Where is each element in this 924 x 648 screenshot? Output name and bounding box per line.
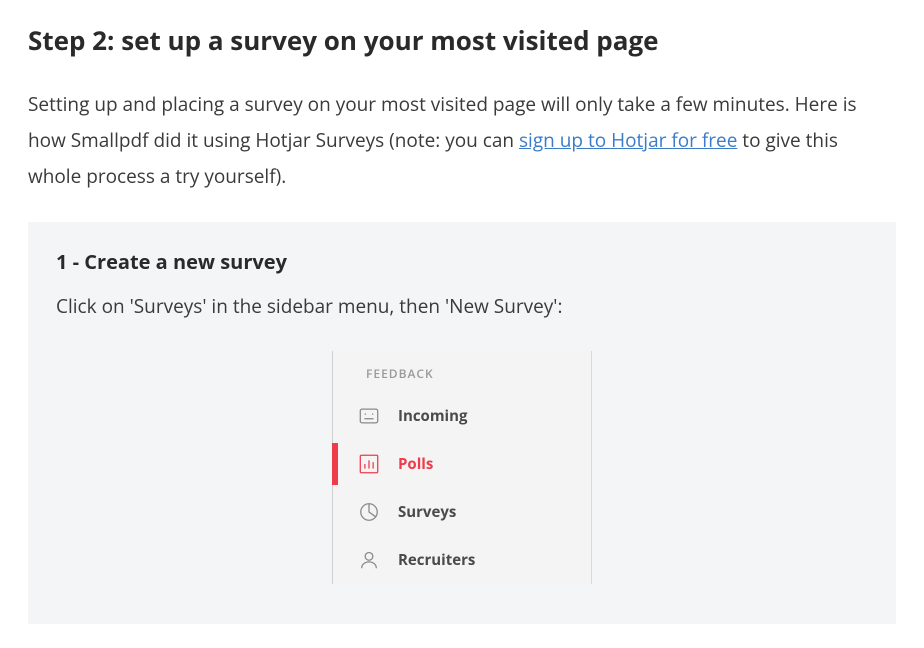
step-heading: Step 2: set up a survey on your most vis… xyxy=(28,24,896,58)
sidebar-demo: FEEDBACK Incoming Polls Surveys Recruite… xyxy=(332,351,592,584)
inbox-icon xyxy=(358,405,380,427)
substep-text: Click on 'Surveys' in the sidebar menu, … xyxy=(56,293,868,319)
sidebar-item-label: Polls xyxy=(398,454,433,474)
sidebar-section-label: FEEDBACK xyxy=(332,351,592,392)
signup-link[interactable]: sign up to Hotjar for free xyxy=(519,127,737,153)
intro-paragraph: Setting up and placing a survey on your … xyxy=(28,86,896,194)
sidebar-item-label: Incoming xyxy=(398,406,467,426)
sidebar-item-label: Recruiters xyxy=(398,550,475,570)
user-icon xyxy=(358,549,380,571)
instruction-box: 1 - Create a new survey Click on 'Survey… xyxy=(28,222,896,624)
sidebar-item-surveys[interactable]: Surveys xyxy=(332,488,592,536)
sidebar-item-label: Surveys xyxy=(398,502,456,522)
substep-heading: 1 - Create a new survey xyxy=(56,248,868,275)
pie-chart-icon xyxy=(358,501,380,523)
bar-chart-icon xyxy=(358,453,380,475)
sidebar-item-recruiters[interactable]: Recruiters xyxy=(332,536,592,584)
sidebar-item-incoming[interactable]: Incoming xyxy=(332,392,592,440)
sidebar-item-polls[interactable]: Polls xyxy=(332,440,592,488)
